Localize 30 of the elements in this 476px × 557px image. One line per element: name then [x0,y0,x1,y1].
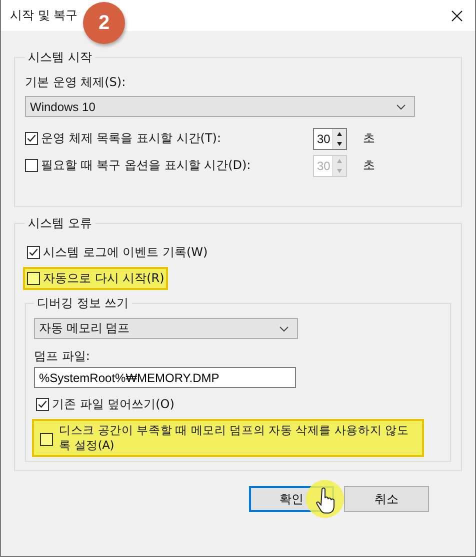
unit-label: 초 [363,157,375,174]
chevron-down-icon [279,326,289,332]
step-badge: 2 [83,2,125,44]
group-title: 시스템 시작 [27,49,93,66]
spin-up-icon[interactable] [333,128,346,138]
window-title: 시작 및 복구 [10,7,78,24]
checkbox[interactable] [40,433,53,446]
checkbox-label: 운영 체제 목록을 표시할 시간(T): [41,130,221,147]
group-title: 디버깅 정보 쓰기 [36,295,130,312]
dump-type-dropdown[interactable]: 자동 메모리 덤프 [34,318,298,339]
number-spinner[interactable]: 30 [313,128,347,150]
checkbox-label: 디스크 공간이 부족할 때 메모리 덤프의 자동 삭제를 사용하지 않도록 설정(A) [59,423,410,453]
checkbox[interactable] [27,246,40,259]
checkbox[interactable] [25,132,38,145]
checkbox[interactable] [36,398,49,411]
chevron-down-icon [396,104,406,110]
spin-down-icon[interactable] [333,138,346,148]
field-label: 기본 운영 체제(S): [25,74,127,91]
close-icon[interactable] [451,10,463,22]
group-title: 시스템 오류 [27,215,93,232]
checkbox-label: 자동으로 다시 시작(R) [43,270,164,287]
field-label: 덤프 파일: [34,348,91,365]
dialog-button[interactable]: 취소 [344,486,429,512]
checkbox-label: 기존 파일 덮어쓰기(O) [52,396,174,413]
checkbox[interactable] [27,272,40,285]
checkbox-label: 필요할 때 복구 옵션을 표시할 시간(D): [41,157,251,174]
checkbox-label: 시스템 로그에 이벤트 기록(W) [43,244,208,261]
unit-label: 초 [363,130,375,147]
os-dropdown[interactable]: Windows 10 [25,96,415,117]
input-field[interactable]: %SystemRoot%₩MEMORY.DMP [34,367,296,388]
